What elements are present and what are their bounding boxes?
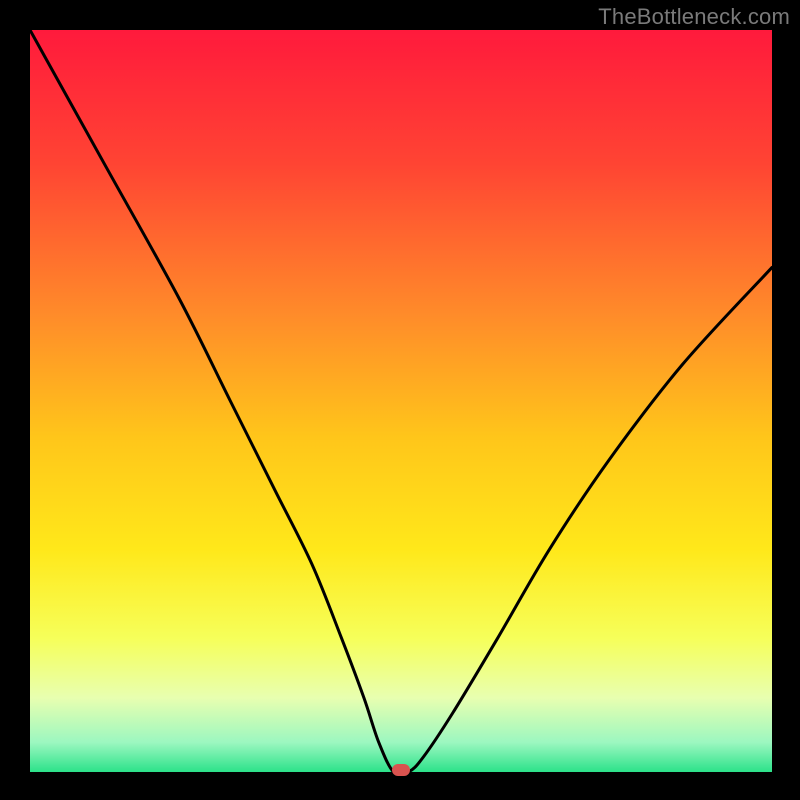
- chart-frame: TheBottleneck.com: [0, 0, 800, 800]
- bottleneck-chart: [0, 0, 800, 800]
- chart-background: [30, 30, 772, 772]
- watermark-text: TheBottleneck.com: [598, 4, 790, 30]
- optimal-point-marker: [392, 764, 410, 776]
